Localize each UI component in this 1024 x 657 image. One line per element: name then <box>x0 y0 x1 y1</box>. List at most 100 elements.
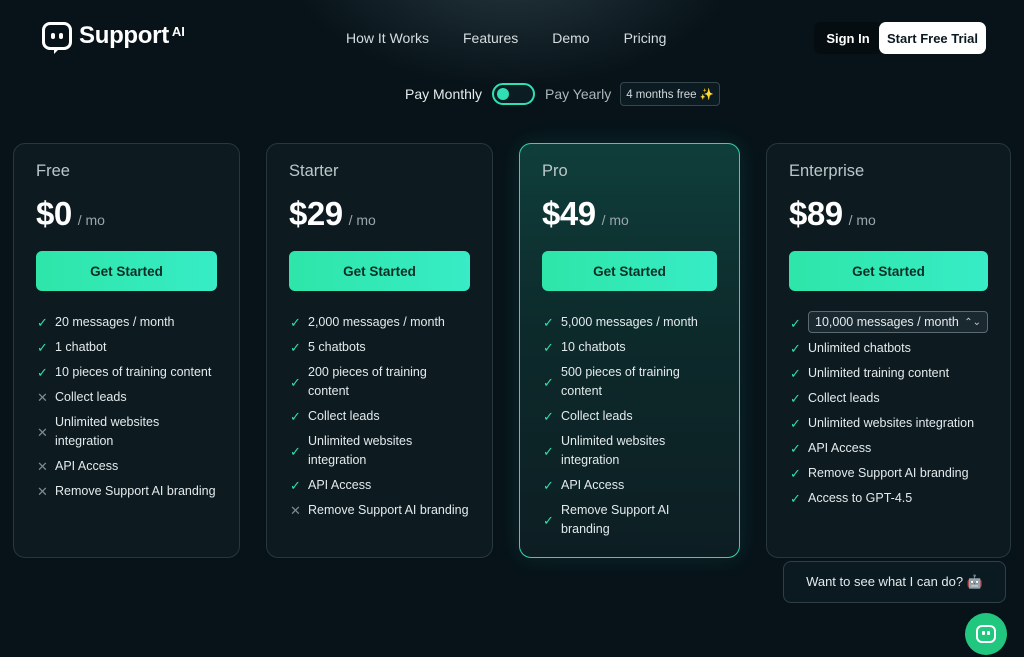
nav-how-it-works[interactable]: How It Works <box>346 30 429 46</box>
check-icon: ✓ <box>37 340 48 355</box>
price-period: / mo <box>601 212 629 228</box>
feature-item: ✓ 5 chatbots <box>290 340 366 355</box>
feature-item: ✓ 10 pieces of training content <box>37 365 212 380</box>
feature-item: ✓ Unlimited chatbots <box>790 341 911 356</box>
check-icon: ✓ <box>790 466 801 481</box>
feature-list: ✓ 20 messages / month ✓ 1 chatbot ✓ 10 piec… <box>36 313 217 501</box>
nav-features[interactable]: Features <box>463 30 518 46</box>
feature-item: ✕ API Access <box>37 459 119 474</box>
check-icon: ✓ <box>290 443 301 459</box>
price-row: $89 / mo <box>789 195 988 232</box>
chat-launcher-button[interactable] <box>965 613 1007 655</box>
nav-pricing[interactable]: Pricing <box>624 30 667 46</box>
check-icon: ✓ <box>543 374 554 390</box>
pay-monthly-label[interactable]: Pay Monthly <box>405 86 482 102</box>
check-icon: ✓ <box>790 341 801 356</box>
price-period: / mo <box>848 212 876 228</box>
brand-suffix: AI <box>171 23 185 39</box>
message-volume-select[interactable]: 10,000 messages / month ⌃⌄ <box>808 311 988 333</box>
check-icon: ✓ <box>790 391 801 406</box>
feature-item: ✓ Collect leads <box>790 391 880 406</box>
price-row: $29 / mo <box>289 195 470 232</box>
plan-name: Enterprise <box>789 162 865 180</box>
check-icon: ✓ <box>790 441 801 456</box>
check-icon: ✓ <box>543 512 554 528</box>
check-icon: ✓ <box>290 409 301 424</box>
feature-item: ✕ Collect leads <box>37 390 127 405</box>
feature-item: ✓ 20 messages / month <box>37 315 175 330</box>
check-icon: ✓ <box>543 443 554 459</box>
plan-price: $89 <box>789 195 843 232</box>
check-icon: ✓ <box>543 409 554 424</box>
check-icon: ✓ <box>290 340 301 355</box>
plan-card-starter: Starter $29 / mo Get Started ✓ 2,000 mess… <box>266 143 493 558</box>
feature-item: ✓ API Access <box>290 478 372 493</box>
check-icon: ✓ <box>37 365 48 380</box>
check-icon: ✓ <box>290 315 301 330</box>
price-period: / mo <box>348 212 376 228</box>
feature-item: ✓ 500 pieces of training content <box>543 365 680 398</box>
brand-name: Support <box>79 22 169 49</box>
get-started-button[interactable]: Get Started <box>789 251 988 291</box>
plan-name: Pro <box>542 162 568 180</box>
toggle-knob <box>497 88 510 100</box>
plan-name: Free <box>36 162 70 180</box>
billing-period-toggle[interactable] <box>492 83 536 105</box>
check-icon: ✓ <box>290 374 301 390</box>
check-icon: ✓ <box>543 315 554 330</box>
plan-card-enterprise: Enterprise $89 / mo Get Started ✓ 10,000… <box>766 143 1011 558</box>
feature-item: ✕ Remove Support AI branding <box>290 503 469 518</box>
nav-demo[interactable]: Demo <box>552 30 589 46</box>
check-icon: ✓ <box>290 478 301 493</box>
feature-list: ✓ 10,000 messages / month ⌃⌄ ✓ Unlimited c… <box>789 311 988 508</box>
chat-bot-icon <box>976 625 996 643</box>
price-period: / mo <box>77 212 105 228</box>
feature-item: ✓ Collect leads <box>543 409 633 424</box>
feature-item: ✓ API Access <box>790 441 872 456</box>
feature-item: ✓ 5,000 messages / month <box>543 315 698 330</box>
plan-name: Starter <box>289 162 339 180</box>
cross-icon: ✕ <box>37 459 48 474</box>
feature-item: ✓ 200 pieces of training content <box>290 365 427 398</box>
cross-icon: ✕ <box>37 484 48 499</box>
feature-list: ✓ 5,000 messages / month ✓ 10 chatbots ✓ 50… <box>542 313 717 539</box>
sign-in-button[interactable]: Sign In <box>814 22 882 54</box>
feature-item: ✓ Collect leads <box>290 409 380 424</box>
feature-item: ✓ Unlimited websites integration <box>790 416 975 431</box>
check-icon: ✓ <box>543 340 554 355</box>
pay-yearly-label[interactable]: Pay Yearly <box>545 86 611 102</box>
yearly-discount-badge: 4 months free ✨ <box>620 82 721 106</box>
chat-prompt-bubble[interactable]: Want to see what I can do? 🤖 <box>783 561 1006 603</box>
get-started-button[interactable]: Get Started <box>542 251 717 291</box>
start-free-trial-button[interactable]: Start Free Trial <box>879 22 986 54</box>
feature-item: ✓ 1 chatbot <box>37 340 107 355</box>
feature-item: ✓ 10,000 messages / month ⌃⌄ <box>789 311 988 333</box>
plan-price: $49 <box>542 195 596 232</box>
cross-icon: ✕ <box>290 503 301 518</box>
check-icon: ✓ <box>790 416 801 431</box>
feature-list: ✓ 2,000 messages / month ✓ 5 chatbots ✓ 200… <box>289 313 470 520</box>
check-icon: ✓ <box>37 315 48 330</box>
feature-item: ✓ Unlimited websites integration <box>290 434 413 467</box>
plan-card-free: Free $0 / mo Get Started ✓ 20 messages / … <box>13 143 240 558</box>
billing-toggle-row: Pay Monthly Pay Yearly 4 months free ✨ <box>405 82 721 106</box>
feature-item: ✕ Unlimited websites integration <box>37 415 160 448</box>
check-icon: ✓ <box>543 478 554 493</box>
plan-price: $29 <box>289 195 343 232</box>
feature-item: ✓ 10 chatbots <box>543 340 626 355</box>
feature-item: ✓ Unlimited training content <box>790 366 950 381</box>
logo[interactable]: Support AI <box>42 22 185 54</box>
check-icon: ✓ <box>790 491 801 506</box>
cross-icon: ✕ <box>37 390 48 405</box>
main-nav: How It Works Features Demo Pricing <box>346 30 666 46</box>
get-started-button[interactable]: Get Started <box>36 251 217 291</box>
cross-icon: ✕ <box>37 424 48 440</box>
plan-card-pro: Pro $49 / mo Get Started ✓ 5,000 messages… <box>519 143 740 558</box>
check-icon: ✓ <box>790 366 801 381</box>
feature-item: ✓ Remove Support AI branding <box>543 503 670 536</box>
plan-price: $0 <box>36 195 72 232</box>
chevron-up-down-icon: ⌃⌄ <box>964 316 981 328</box>
get-started-button[interactable]: Get Started <box>289 251 470 291</box>
price-row: $0 / mo <box>36 195 217 232</box>
feature-item: ✕ Remove Support AI branding <box>37 484 216 499</box>
